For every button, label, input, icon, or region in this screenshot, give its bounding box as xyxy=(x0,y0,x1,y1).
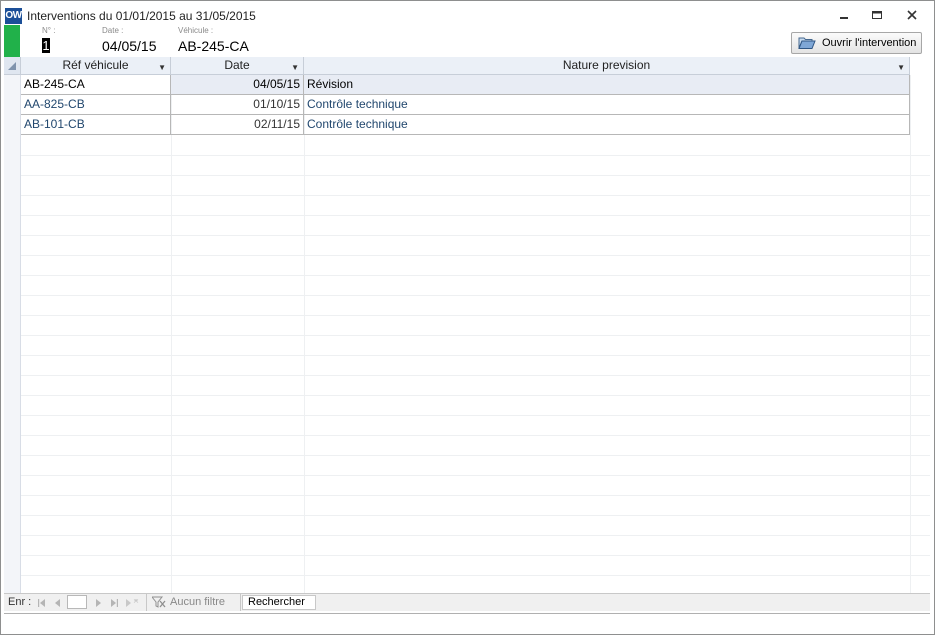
grid-line xyxy=(21,255,930,256)
cell-date[interactable]: 01/10/15 xyxy=(171,95,304,115)
cell-ref[interactable]: AB-101-CB xyxy=(21,115,171,135)
chevron-down-icon[interactable]: ▼ xyxy=(897,59,905,76)
grid-line xyxy=(21,375,930,376)
minimize-button[interactable] xyxy=(833,7,855,23)
grid-line xyxy=(21,175,930,176)
app-icon: OW xyxy=(5,8,22,24)
grid-line xyxy=(21,515,930,516)
grid-line xyxy=(21,235,930,236)
open-intervention-label: Ouvrir l'intervention xyxy=(822,37,917,49)
restore-button[interactable] xyxy=(866,7,888,23)
column-header-date[interactable]: Date ▼ xyxy=(171,57,304,75)
open-folder-icon xyxy=(798,37,816,49)
previous-record-icon xyxy=(55,598,60,607)
cell-date[interactable]: 04/05/15 xyxy=(171,75,304,95)
grid-line xyxy=(21,395,930,396)
nav-separator xyxy=(146,594,147,611)
grid-line xyxy=(21,295,930,296)
select-all-icon xyxy=(8,62,16,70)
record-selector-column xyxy=(4,75,21,593)
previous-record-button[interactable] xyxy=(53,597,63,608)
grid-line xyxy=(21,555,930,556)
date-field[interactable]: 04/05/15 xyxy=(102,38,157,54)
grid-line xyxy=(171,75,172,593)
num-label: N° : xyxy=(42,26,56,35)
window-title: Interventions du 01/01/2015 au 31/05/201… xyxy=(27,9,256,23)
close-icon xyxy=(907,10,917,20)
next-record-icon xyxy=(96,598,101,607)
cell-nature[interactable]: Contrôle technique xyxy=(304,95,910,115)
cell-date[interactable]: 02/11/15 xyxy=(171,115,304,135)
next-record-button[interactable] xyxy=(93,597,103,608)
grid-line xyxy=(21,195,930,196)
select-all-corner[interactable] xyxy=(4,57,21,75)
minimize-icon xyxy=(840,17,848,19)
record-label: Enr : xyxy=(8,596,32,608)
cell-nature[interactable]: Contrôle technique xyxy=(304,115,910,135)
first-record-icon xyxy=(38,598,45,607)
filter-status-label: Aucun filtre xyxy=(170,596,226,608)
filter-toggle-button[interactable]: Aucun filtre xyxy=(152,596,225,608)
first-record-button[interactable] xyxy=(37,597,47,608)
cell-ref[interactable]: AB-245-CA xyxy=(21,75,171,95)
close-button[interactable] xyxy=(901,7,923,23)
vehicle-field[interactable]: AB-245-CA xyxy=(178,38,249,54)
grid-line xyxy=(21,475,930,476)
last-record-icon xyxy=(111,598,118,607)
grid-line xyxy=(21,495,930,496)
record-number-input[interactable] xyxy=(67,595,87,609)
new-record-icon xyxy=(126,598,139,607)
grid-line xyxy=(304,75,305,593)
new-record-button[interactable] xyxy=(124,597,140,608)
record-navigation-bar: Enr : Aucun filtre Rechercher xyxy=(4,593,930,611)
column-header-nature-label: Nature prevision xyxy=(562,58,651,72)
column-header-ref[interactable]: Réf véhicule ▼ xyxy=(21,57,171,75)
application-window: OW Interventions du 01/01/2015 au 31/05/… xyxy=(0,0,935,635)
grid-line xyxy=(21,455,930,456)
status-bar-divider xyxy=(4,613,930,614)
grid-line xyxy=(21,575,930,576)
grid-line xyxy=(21,215,930,216)
nav-separator xyxy=(240,594,241,611)
grid-line xyxy=(21,155,930,156)
open-intervention-button[interactable]: Ouvrir l'intervention xyxy=(791,32,922,54)
last-record-button[interactable] xyxy=(109,597,119,608)
datasheet-grid: Réf véhicule ▼ Date ▼ Nature prevision ▼… xyxy=(4,57,930,593)
vehicle-label: Véhicule : xyxy=(178,26,214,35)
cell-nature[interactable]: Révision xyxy=(304,75,910,95)
column-header-nature[interactable]: Nature prevision ▼ xyxy=(304,57,910,75)
title-bar: OW Interventions du 01/01/2015 au 31/05/… xyxy=(1,1,934,25)
grid-line xyxy=(21,355,930,356)
grid-line xyxy=(21,535,930,536)
grid-line xyxy=(21,275,930,276)
grid-line xyxy=(21,315,930,316)
column-header-ref-label: Réf véhicule xyxy=(62,58,129,72)
no-filter-icon xyxy=(152,596,166,608)
grid-line xyxy=(21,415,930,416)
column-header-date-label: Date xyxy=(224,58,250,72)
grid-line xyxy=(21,435,930,436)
restore-icon xyxy=(872,11,882,19)
cell-ref[interactable]: AA-825-CB xyxy=(21,95,171,115)
grid-line xyxy=(21,335,930,336)
num-field[interactable]: 1 xyxy=(42,38,50,53)
grid-line xyxy=(910,75,911,593)
date-label: Date : xyxy=(102,26,124,35)
chevron-down-icon[interactable]: ▼ xyxy=(158,59,166,76)
record-selector-indicator xyxy=(4,25,20,57)
search-input[interactable]: Rechercher xyxy=(242,595,316,610)
chevron-down-icon[interactable]: ▼ xyxy=(291,59,299,76)
